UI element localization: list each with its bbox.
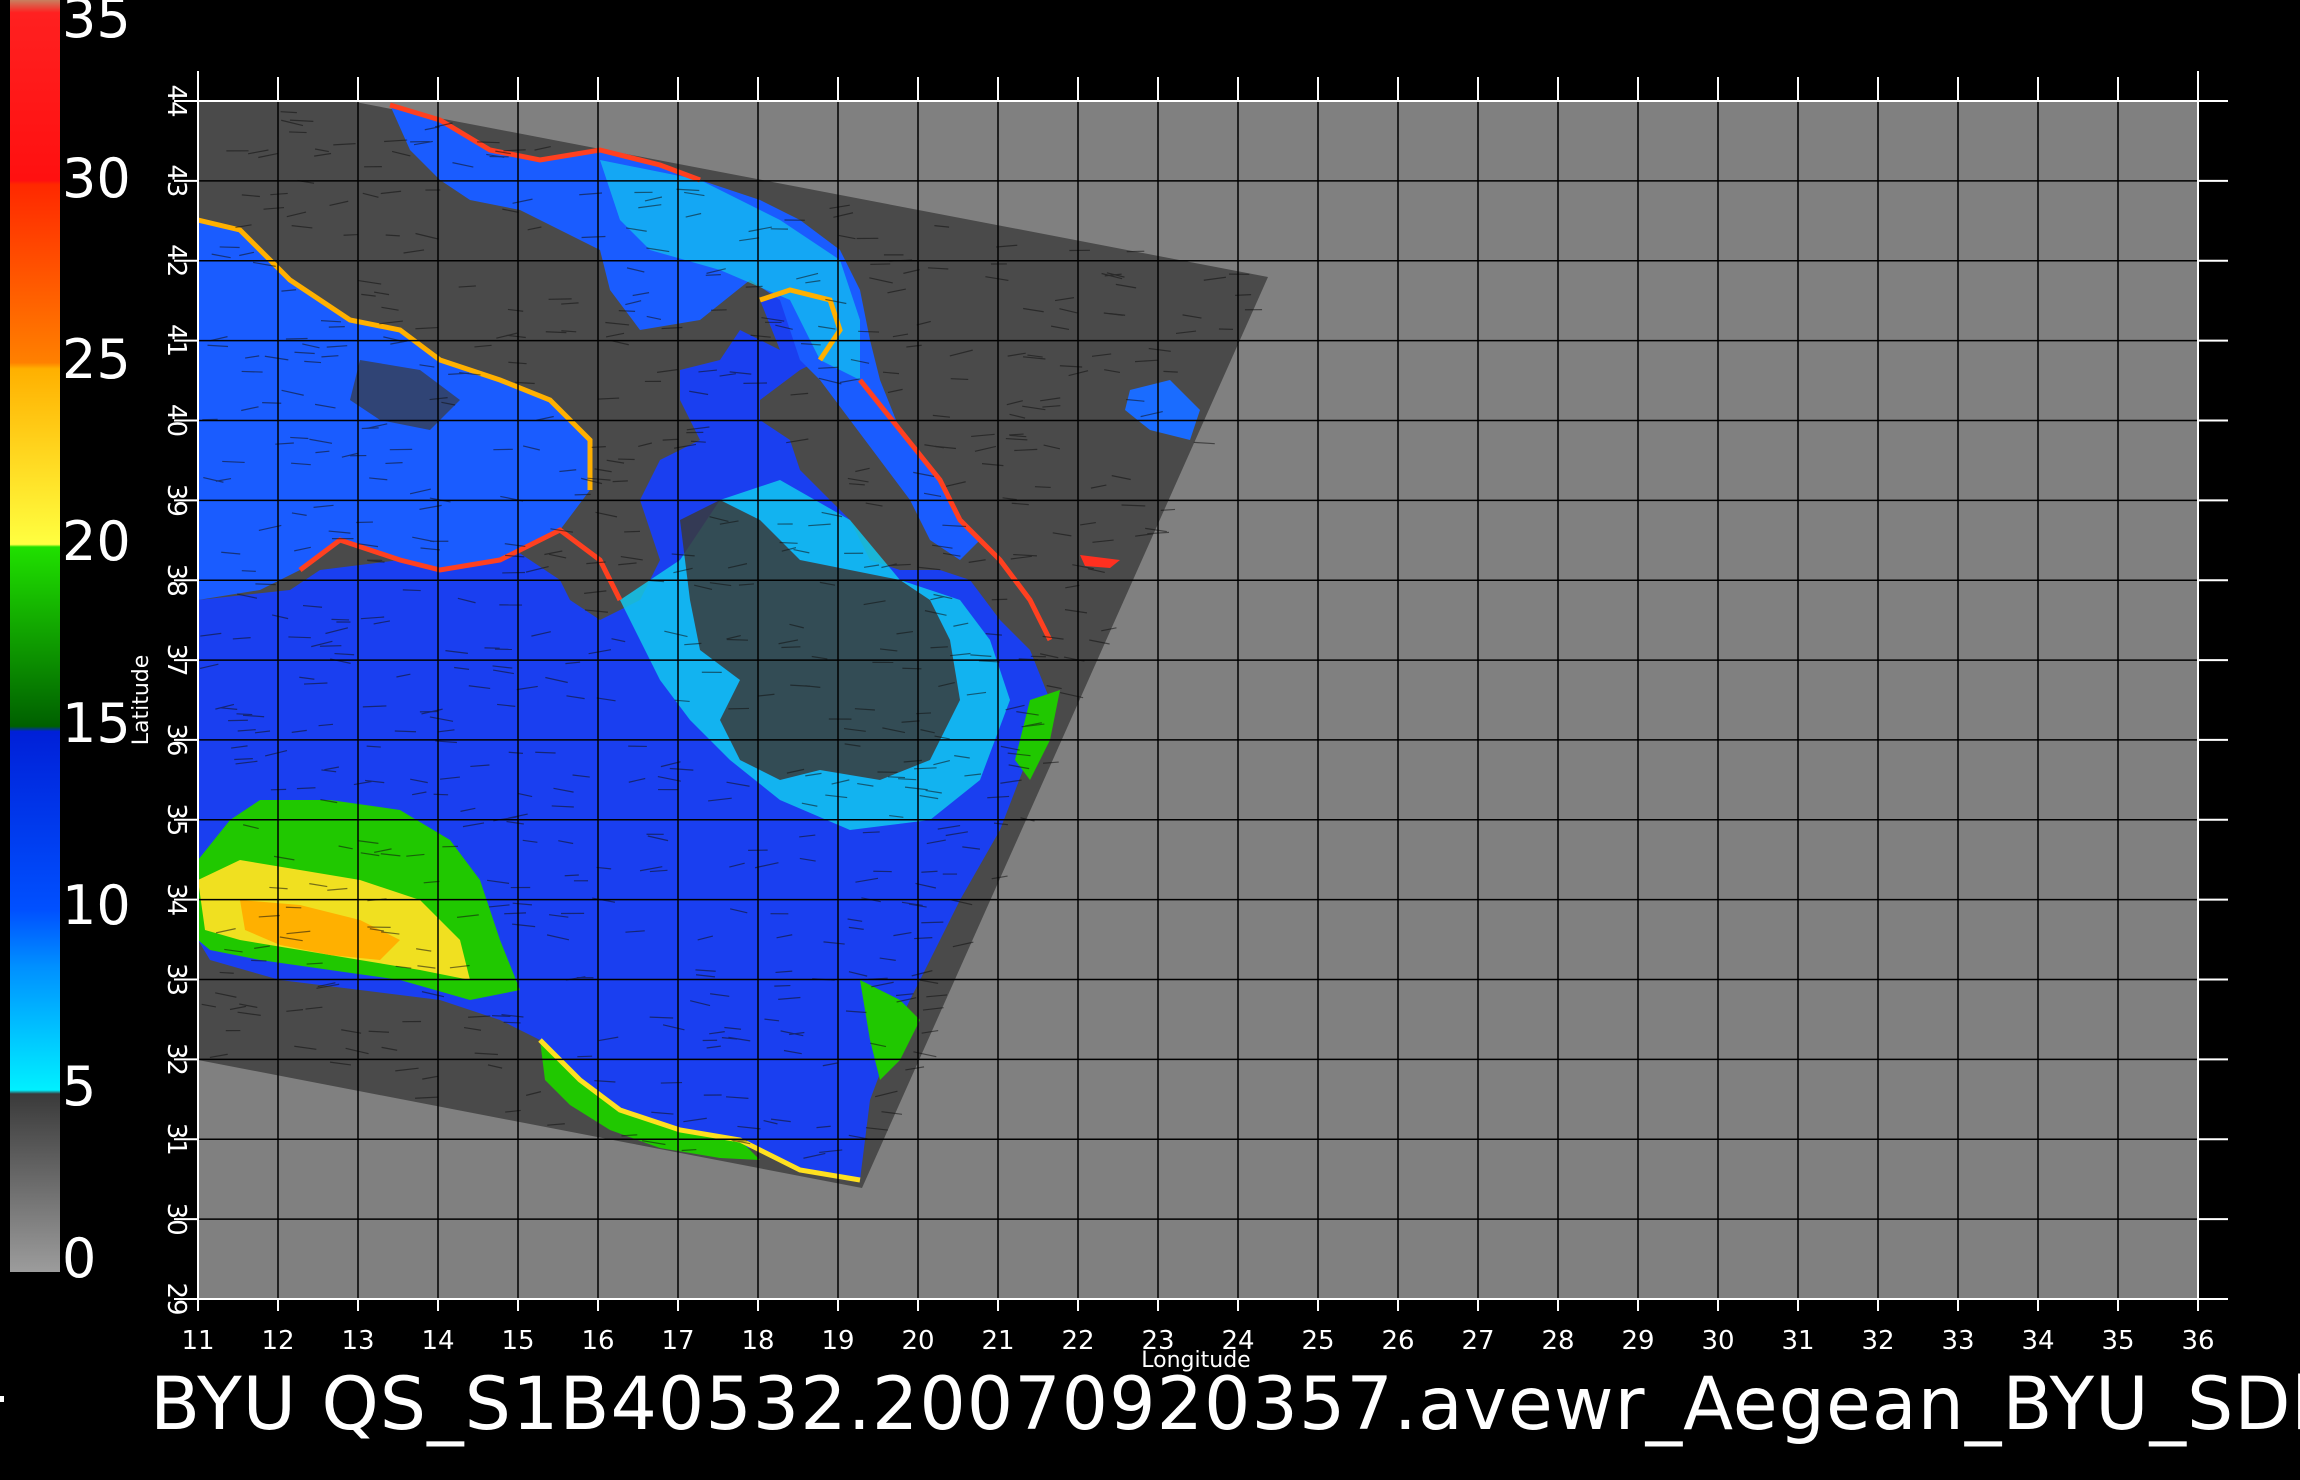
colorbar-label: 0	[62, 1227, 97, 1290]
lat-tick-label: 31	[161, 1123, 191, 1156]
wind-vector	[331, 618, 350, 621]
lon-tick-label: 28	[1541, 1326, 1574, 1356]
lon-tick-label: 25	[1301, 1326, 1334, 1356]
wind-vector	[251, 959, 267, 962]
wind-vector	[779, 541, 798, 544]
lon-tick-label: 11	[181, 1326, 214, 1356]
wind-vector	[319, 645, 342, 647]
lat-tick-label: 40	[161, 404, 191, 437]
wind-vector	[591, 445, 606, 448]
wind-vector	[477, 141, 500, 144]
wind-vector	[219, 971, 234, 974]
wind-vector	[564, 874, 579, 877]
lon-tick-label: 26	[1381, 1326, 1414, 1356]
lon-tick-label: 19	[821, 1326, 854, 1356]
colorbar-label: 35	[62, 0, 131, 50]
wind-map-figure: 11 12 13 14 15 16 17 18 19 20 21 22 23 24 25 26 27 28 29 30…	[10, 0, 2228, 1373]
lon-tick-label: 31	[1781, 1326, 1814, 1356]
wind-vector	[745, 285, 763, 288]
wind-vector	[950, 378, 969, 381]
wind-vector	[858, 330, 880, 333]
lon-tick-label: 29	[1621, 1326, 1654, 1356]
edge-mark	[0, 1396, 4, 1402]
colorbar-label: 5	[62, 1055, 97, 1119]
wind-vector	[624, 530, 640, 533]
wind-vector	[888, 776, 906, 779]
wind-vector	[255, 583, 276, 586]
wind-vector	[921, 921, 944, 924]
lat-tick-label: 42	[161, 244, 191, 277]
lat-tick-label: 35	[161, 803, 191, 836]
lon-tick-label: 33	[1941, 1326, 1974, 1356]
lat-tick-label: 37	[161, 644, 191, 677]
wind-vector	[402, 589, 421, 592]
lon-tick-label: 13	[341, 1326, 374, 1356]
lon-tick-label: 12	[261, 1326, 294, 1356]
lat-tick-label: 32	[161, 1043, 191, 1076]
wind-vector	[535, 751, 556, 754]
lat-tick-label: 29	[161, 1282, 191, 1315]
lon-tick-label: 30	[1701, 1326, 1734, 1356]
wind-vector	[328, 326, 345, 328]
lon-tick-label: 14	[421, 1326, 454, 1356]
wind-vector	[343, 233, 359, 236]
wind-vector	[241, 570, 256, 572]
lat-tick-label: 34	[161, 883, 191, 916]
lon-tick-label: 21	[981, 1326, 1014, 1356]
lon-tick-label: 22	[1061, 1326, 1094, 1356]
wind-vector	[781, 646, 801, 649]
wind-vector	[433, 793, 449, 796]
wind-vector	[289, 131, 307, 134]
wind-vector	[236, 713, 253, 716]
wind-vector	[618, 310, 636, 312]
lat-tick-label: 39	[161, 484, 191, 517]
wind-vector	[612, 480, 628, 483]
lon-tick-label: 16	[581, 1326, 614, 1356]
map-title: BYU QS_S1B40532.20070920357.avewr_Aegean…	[150, 1362, 2300, 1447]
wind-vector	[774, 984, 791, 987]
colorbar	[10, 0, 60, 1272]
lon-tick-label: 17	[661, 1326, 694, 1356]
wind-vector	[219, 246, 240, 249]
lon-tick-label: 27	[1461, 1326, 1494, 1356]
wind-vector	[726, 638, 749, 641]
wind-vector	[385, 462, 403, 465]
wind-vector	[1034, 486, 1051, 489]
wind-vector	[705, 274, 721, 276]
colorbar-label: 30	[62, 146, 131, 210]
lon-tick-label: 15	[501, 1326, 534, 1356]
lon-tick-label: 18	[741, 1326, 774, 1356]
lat-tick-label: 33	[161, 963, 191, 996]
lon-tick-label: 32	[1861, 1326, 1894, 1356]
wind-vector	[394, 730, 417, 733]
lon-tick-label: 36	[2181, 1326, 2214, 1356]
lat-tick-label: 36	[161, 723, 191, 756]
lon-tick-label: 35	[2101, 1326, 2134, 1356]
wind-vector	[288, 636, 311, 639]
lat-tick-labels: 29 30 31 32 33 34 35 36 37 38 39 40 41 42 43 44	[161, 84, 191, 1315]
lat-tick-label: 43	[161, 164, 191, 197]
lon-tick-label: 34	[2021, 1326, 2054, 1356]
colorbar-label: 20	[62, 510, 131, 574]
lat-tick-label: 44	[161, 84, 191, 117]
wind-vector	[241, 370, 263, 373]
wind-vector	[862, 831, 880, 834]
wind-vector	[285, 906, 302, 909]
wind-vector	[577, 1055, 593, 1058]
lat-tick-label: 30	[161, 1203, 191, 1236]
lon-tick-label: 20	[901, 1326, 934, 1356]
wind-vector	[1163, 370, 1178, 373]
lat-tick-label: 41	[161, 324, 191, 357]
colorbar-label: 15	[62, 691, 131, 755]
colorbar-label: 25	[62, 328, 131, 392]
wind-vector	[574, 493, 591, 496]
y-axis-label: Latitude	[129, 655, 154, 746]
wind-vector	[285, 337, 308, 340]
colorbar-label: 10	[62, 873, 131, 937]
lat-tick-label: 38	[161, 564, 191, 597]
